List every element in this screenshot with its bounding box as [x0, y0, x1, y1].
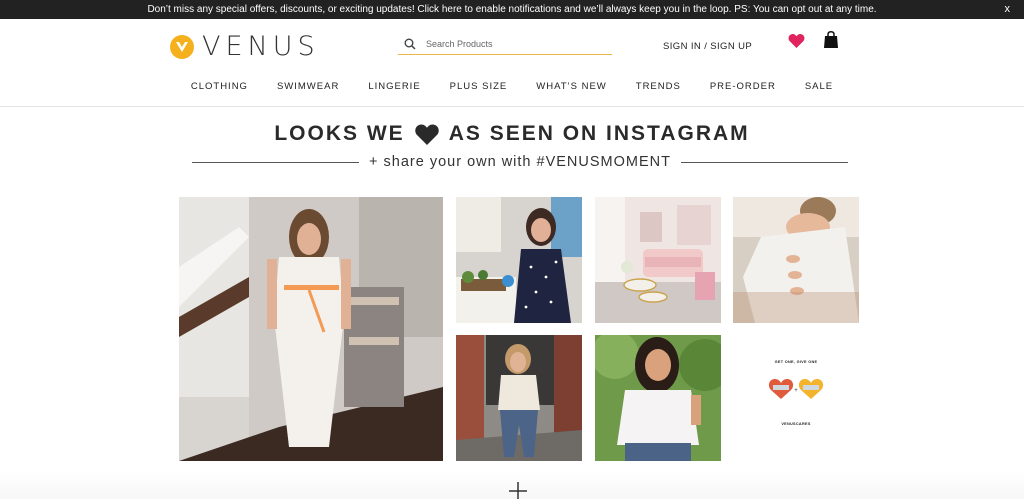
load-more-plus-icon[interactable] — [507, 480, 529, 499]
notification-bar[interactable]: Don’t miss any special offers, discounts… — [0, 0, 1024, 19]
nav-item-sale[interactable]: SALE — [805, 81, 833, 92]
nav-item-lingerie[interactable]: LINGERIE — [368, 81, 420, 92]
brand-name: VENUS — [202, 31, 320, 62]
nav-item-plus-size[interactable]: PLUS SIZE — [450, 81, 508, 92]
nav-item-trends[interactable]: TRENDS — [636, 81, 681, 92]
instagram-photo-polka-dot-dress[interactable] — [456, 197, 582, 323]
svg-text:+: + — [794, 388, 798, 394]
gallery-title-right: AS SEEN ON INSTAGRAM — [448, 122, 750, 145]
gallery-subtitle-row: + share your own with #VENUSMOMENT — [192, 152, 848, 172]
site-header: VENUS SIGN IN / SIGN UP CLOTHING SWIMWEA… — [0, 19, 1024, 107]
gallery-title: LOOKS WE AS SEEN ON INSTAGRAM — [0, 122, 1024, 146]
close-notification-button[interactable]: x — [1005, 0, 1011, 19]
logo-badge-icon — [170, 34, 194, 59]
nav-item-swimwear[interactable]: SWIMWEAR — [277, 81, 339, 92]
shopping-bag-icon[interactable] — [823, 31, 839, 54]
search-input[interactable] — [426, 38, 606, 49]
wishlist-heart-icon[interactable] — [788, 33, 805, 53]
gallery-subtitle: + share your own with #VENUSMOMENT — [369, 154, 671, 170]
nav-item-clothing[interactable]: CLOTHING — [191, 81, 248, 92]
nav-item-pre-order[interactable]: PRE-ORDER — [710, 81, 776, 92]
divider — [680, 161, 848, 163]
heart-icon — [413, 123, 441, 145]
promo-tile-bottom-text: VENUSCARES — [781, 422, 811, 426]
notification-message[interactable]: Don’t miss any special offers, discounts… — [147, 4, 876, 15]
nav-item-whats-new[interactable]: WHAT’S NEW — [536, 81, 607, 92]
instagram-promo-tile[interactable]: GET ONE, GIVE ONE + VENUSCARES — [733, 335, 859, 461]
sign-in-link[interactable]: SIGN IN / SIGN UP — [663, 41, 752, 52]
gallery-title-left: LOOKS WE — [274, 122, 405, 145]
search-bar[interactable] — [398, 33, 612, 55]
search-icon[interactable] — [400, 38, 420, 50]
instagram-photo-pink-living-room[interactable] — [595, 197, 721, 323]
brand-logo[interactable]: VENUS — [170, 31, 320, 62]
divider — [192, 161, 360, 163]
instagram-photo-open-back-sweater[interactable] — [733, 197, 859, 323]
instagram-photo-street-denim[interactable] — [456, 335, 582, 461]
instagram-photo-white-wrap-dress[interactable] — [179, 197, 443, 461]
instagram-photo-white-top[interactable] — [595, 335, 721, 461]
main-navigation: CLOTHING SWIMWEAR LINGERIE PLUS SIZE WHA… — [0, 81, 1024, 92]
